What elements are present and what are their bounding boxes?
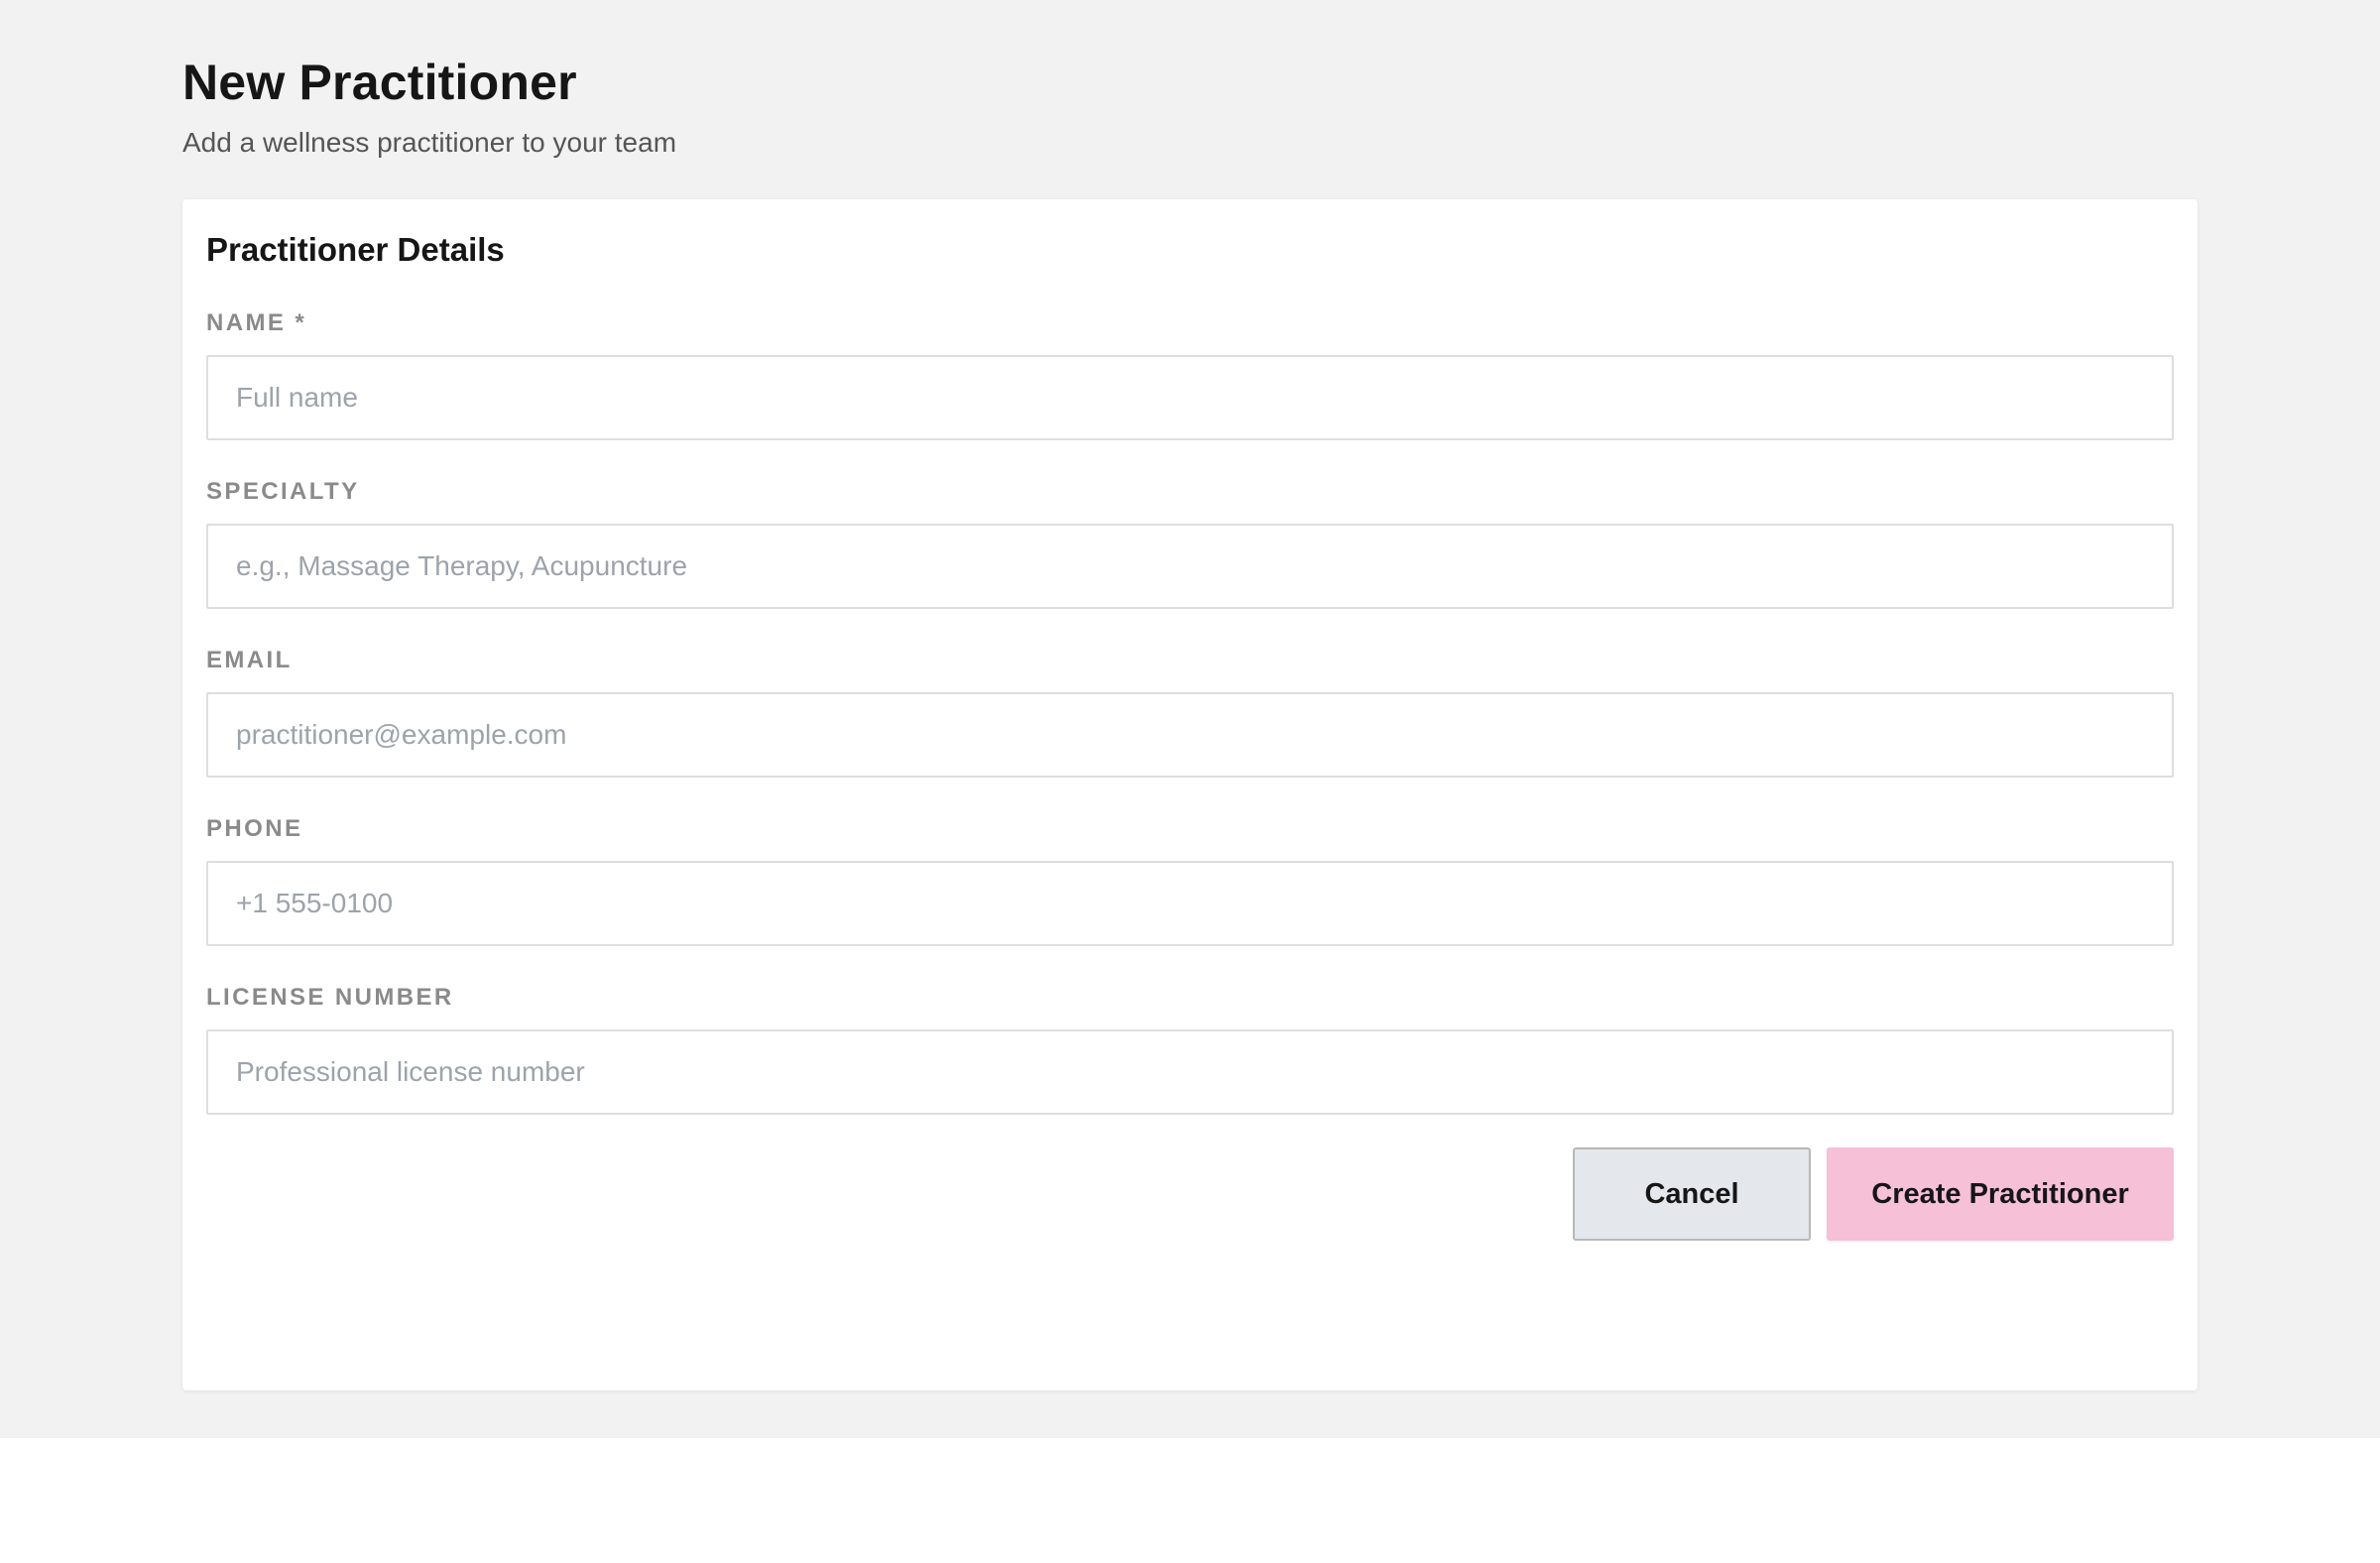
page-subtitle: Add a wellness practitioner to your team [182,127,677,158]
page-title: New Practitioner [182,55,577,110]
practitioner-form-card: Practitioner Details NAME * SPECIALTY EM… [182,199,2198,1390]
email-label: EMAIL [206,647,293,673]
license-number-label: LICENSE NUMBER [206,984,454,1011]
license-number-input[interactable] [206,1029,2174,1115]
phone-input[interactable] [206,861,2174,946]
specialty-input[interactable] [206,524,2174,609]
page-header: New Practitioner Add a wellness practiti… [182,52,676,161]
email-input[interactable] [206,692,2174,778]
name-input[interactable] [206,355,2174,440]
create-practitioner-button[interactable]: Create Practitioner [1827,1147,2174,1241]
cancel-button[interactable]: Cancel [1573,1147,1811,1241]
card-title: Practitioner Details [206,231,505,268]
phone-label: PHONE [206,815,303,842]
name-label: NAME * [206,309,307,336]
specialty-label: SPECIALTY [206,478,360,505]
